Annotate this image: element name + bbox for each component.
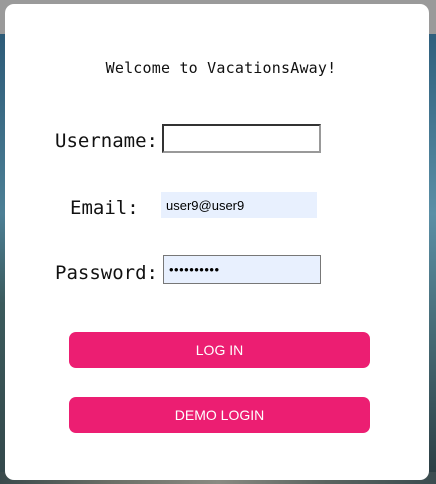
password-label: Password: <box>55 262 158 284</box>
password-input[interactable] <box>163 255 321 284</box>
demo-login-button[interactable]: DEMO LOGIN <box>69 397 370 433</box>
email-input[interactable] <box>161 192 317 218</box>
login-modal: Welcome to VacationsAway! Username: Emai… <box>5 4 429 480</box>
login-button[interactable]: LOG IN <box>69 332 370 368</box>
welcome-heading: Welcome to VacationsAway! <box>105 59 337 77</box>
email-label: Email: <box>70 197 139 219</box>
username-input[interactable] <box>162 124 321 153</box>
username-label: Username: <box>55 130 158 152</box>
